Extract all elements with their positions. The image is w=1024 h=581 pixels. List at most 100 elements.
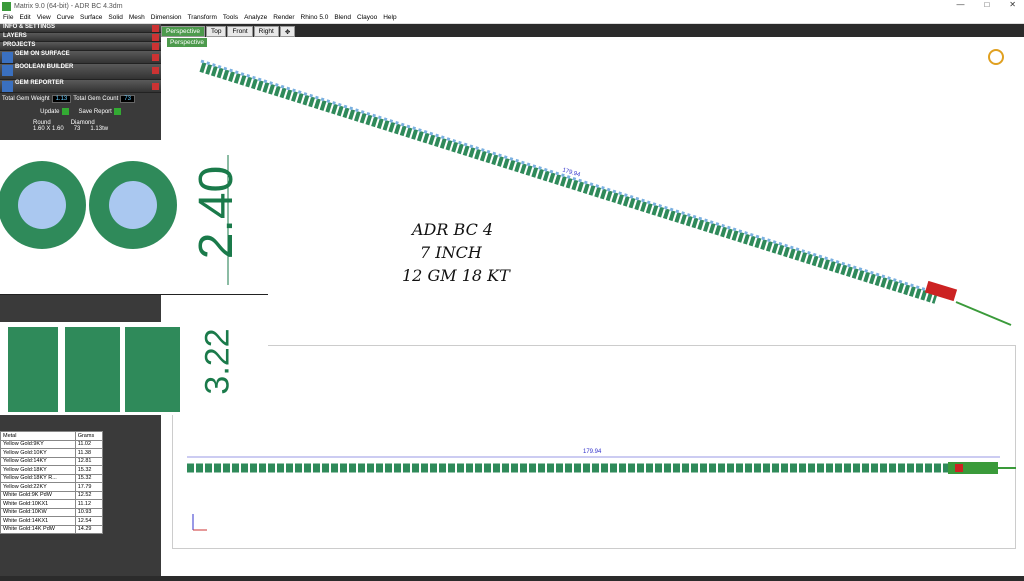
gem-on-surface-icon: [2, 52, 13, 63]
side-setting-3: [125, 327, 180, 412]
metal-header: Metal: [0, 431, 76, 441]
boolean-icon: [2, 65, 13, 76]
gem-table-row[interactable]: 1.60 X 1.60 73 1.13tw: [3, 126, 158, 132]
go-icon: [61, 108, 69, 115]
front-view[interactable]: 179.94: [172, 345, 1016, 549]
menu-clayoo[interactable]: Clayoo: [357, 14, 377, 21]
tab-layout[interactable]: ✥: [279, 26, 296, 37]
tab-perspective[interactable]: Perspective: [161, 26, 205, 37]
update-button[interactable]: Update: [40, 108, 69, 116]
tab-right[interactable]: Right: [253, 26, 279, 37]
save-report-button[interactable]: Save Report: [79, 108, 121, 115]
metal-name: Yellow Gold:22KY: [0, 482, 76, 492]
table-row[interactable]: Yellow Gold:22KY 17.79: [0, 482, 104, 492]
gem-table: Round Diamond 1.60 X 1.60 73 1.13tw: [3, 120, 158, 132]
metal-name: White Gold:14KX1: [0, 516, 76, 526]
panel-gem-on-surface[interactable]: GEM ON SURFACE: [0, 51, 161, 64]
panel-gem-reporter[interactable]: GEM REPORTER: [0, 80, 161, 93]
panel-row-label: INFO & SETTINGS: [3, 24, 56, 30]
menu-rhino[interactable]: Rhino 5.0: [301, 14, 329, 21]
menu-solid[interactable]: Solid: [108, 14, 122, 21]
metal-name: Yellow Gold:18KY R...: [0, 473, 76, 483]
menu-dimension[interactable]: Dimension: [151, 14, 182, 21]
table-row[interactable]: Yellow Gold:14KY 12.81: [0, 456, 104, 466]
metal-table-header: Metal Grams: [0, 431, 104, 441]
minimize-button[interactable]: —: [956, 0, 964, 9]
side-setting-1: [8, 327, 58, 412]
update-label: Update: [40, 109, 60, 116]
gem-stone-2: [109, 181, 157, 229]
count-value: 73: [120, 95, 135, 103]
metal-grams: 17.79: [74, 482, 104, 492]
gem-stone-1: [18, 181, 66, 229]
maximize-button[interactable]: □: [984, 0, 989, 9]
tab-top[interactable]: Top: [205, 26, 227, 37]
table-row[interactable]: White Gold:9K PdW 12.52: [0, 490, 104, 500]
table-row[interactable]: Yellow Gold:18KY 15.32: [0, 465, 104, 475]
panel-boolean-builder[interactable]: BOOLEAN BUILDER: [0, 64, 161, 80]
close-icon[interactable]: [152, 25, 159, 32]
metal-grams: 11.02: [74, 439, 104, 449]
menu-blend[interactable]: Blend: [334, 14, 351, 21]
width-dimension: 2.40: [190, 165, 244, 260]
metal-name: White Gold:10KX1: [0, 499, 76, 509]
menu-view[interactable]: View: [37, 14, 51, 21]
metal-grams: 12.54: [74, 516, 104, 526]
menu-mesh[interactable]: Mesh: [129, 14, 145, 21]
close-button[interactable]: ✕: [1009, 0, 1016, 9]
bracelet-chain: [199, 62, 938, 304]
menu-file[interactable]: File: [3, 14, 13, 21]
gem-reporter-icon: [2, 81, 13, 92]
panel-row-label: GEM REPORTER: [15, 80, 64, 86]
panel-row-label: LAYERS: [3, 33, 27, 39]
metal-name: Yellow Gold:14KY: [0, 456, 76, 466]
panel-row-label: GEM ON SURFACE: [15, 51, 70, 57]
table-row[interactable]: White Gold:14K PdW 14.29: [0, 524, 104, 534]
annotation-line-3: 12 GM 18 KT: [402, 266, 510, 285]
clasp-red: [955, 464, 963, 472]
table-row[interactable]: White Gold:10KW 10.93: [0, 507, 104, 517]
close-icon[interactable]: [152, 67, 159, 74]
go-icon: [113, 108, 121, 115]
table-row[interactable]: Yellow Gold:18KY R... 15.32: [0, 473, 104, 483]
metal-grams: 11.38: [74, 448, 104, 458]
window-controls: — □ ✕: [956, 0, 1016, 9]
weight-label: Total Gem Weight: [2, 96, 50, 102]
table-row[interactable]: White Gold:14KX1 12.54: [0, 516, 104, 526]
metal-grams: 10.93: [74, 507, 104, 517]
panel-info-settings[interactable]: INFO & SETTINGS: [0, 24, 161, 33]
table-weight: 1.13tw: [90, 126, 109, 133]
menu-edit[interactable]: Edit: [19, 14, 30, 21]
title-bar: Matrix 9.0 (64-bit) - ADR BC 4.3dm — □ ✕: [0, 0, 1024, 12]
menu-render[interactable]: Render: [273, 14, 294, 21]
metal-weight-table: Metal Grams Yellow Gold:9KY 11.02 Yellow G…: [0, 431, 104, 534]
table-row[interactable]: Yellow Gold:10KY 11.38: [0, 448, 104, 458]
report-buttons: Update Save Report: [0, 105, 161, 118]
annotation-line-1: ADR BC 4: [412, 220, 494, 239]
menu-tools[interactable]: Tools: [223, 14, 238, 21]
close-icon[interactable]: [152, 83, 159, 90]
app-icon: [2, 1, 11, 11]
gem-row: [200, 59, 937, 295]
menu-help[interactable]: Help: [383, 14, 396, 21]
metal-name: Yellow Gold:18KY: [0, 465, 76, 475]
panel-projects[interactable]: PROJECTS: [0, 42, 161, 51]
weight-value: 1.13: [51, 95, 72, 103]
close-icon[interactable]: [152, 34, 159, 41]
close-icon[interactable]: [152, 54, 159, 61]
menu-analyze[interactable]: Analyze: [244, 14, 267, 21]
menu-surface[interactable]: Surface: [80, 14, 102, 21]
gem-side-overlay: 3.22: [0, 322, 268, 415]
table-size: 1.60 X 1.60: [33, 126, 64, 133]
side-setting-2: [65, 327, 120, 412]
close-icon[interactable]: [152, 43, 159, 50]
viewport-tabs: Perspective Top Front Right ✥: [161, 26, 296, 37]
menu-curve[interactable]: Curve: [57, 14, 74, 21]
tab-front[interactable]: Front: [227, 26, 253, 37]
table-row[interactable]: White Gold:10KX1 11.12: [0, 499, 104, 509]
perspective-label[interactable]: Perspective: [167, 38, 207, 47]
panel-layers[interactable]: LAYERS: [0, 33, 161, 42]
menu-transform[interactable]: Transform: [188, 14, 217, 21]
metal-grams: 14.29: [74, 524, 104, 534]
table-row[interactable]: Yellow Gold:9KY 11.02: [0, 439, 104, 449]
